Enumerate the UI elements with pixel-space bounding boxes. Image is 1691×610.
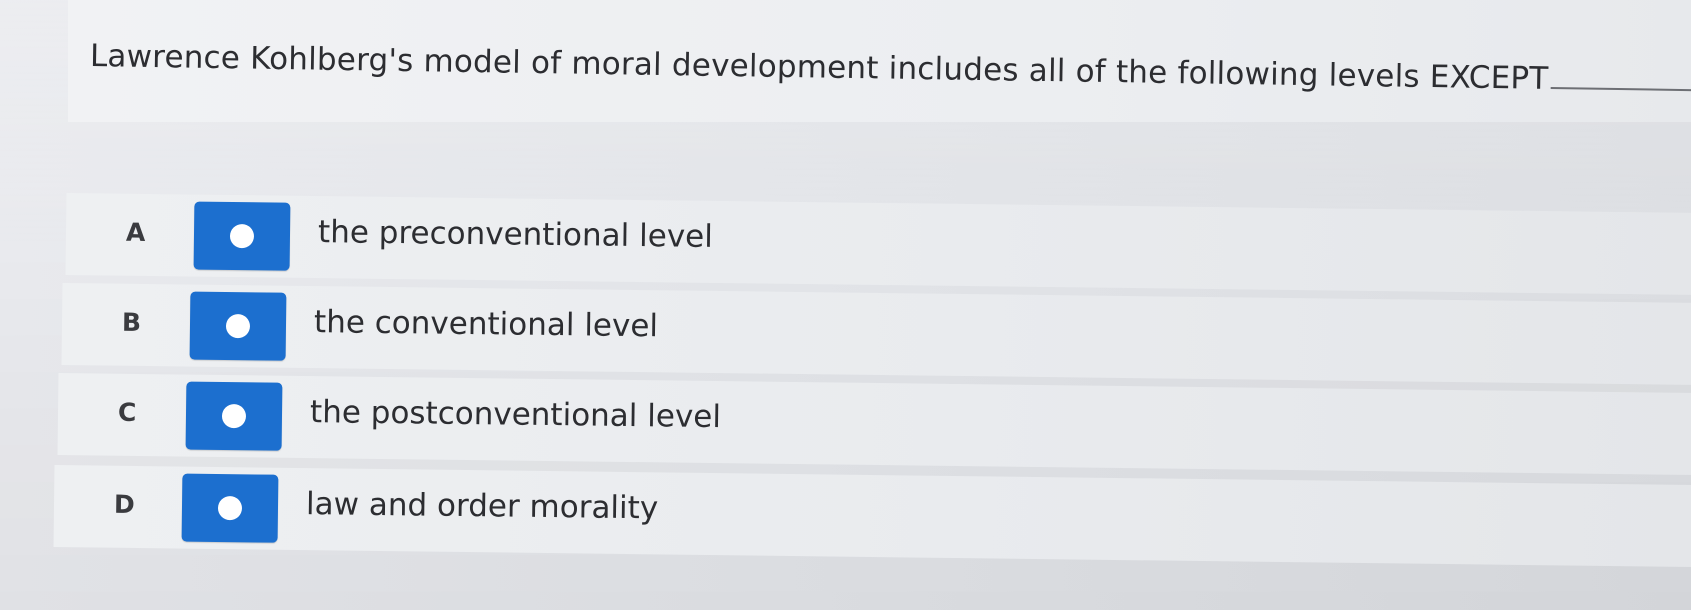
option-b-radio-button[interactable] xyxy=(189,291,287,361)
option-label-c: the postconventional level xyxy=(309,394,722,436)
option-label-d: law and order morality xyxy=(305,486,659,527)
answer-list: A the preconventional level B the conven… xyxy=(0,0,1691,610)
option-letter-b: B xyxy=(121,307,142,337)
answer-option-c[interactable]: C the postconventional level xyxy=(57,373,1691,476)
radio-circle-icon xyxy=(217,496,243,521)
answer-option-d[interactable]: D law and order morality xyxy=(53,465,1691,568)
radio-circle-icon xyxy=(229,224,255,249)
option-label-a: the preconventional level xyxy=(317,214,714,255)
radio-circle-icon xyxy=(221,404,247,429)
radio-circle-icon xyxy=(225,314,251,339)
option-a-radio-button[interactable] xyxy=(193,201,291,271)
option-c-radio-button[interactable] xyxy=(185,381,283,451)
option-letter-a: A xyxy=(125,217,146,247)
answer-option-b[interactable]: B the conventional level xyxy=(61,283,1691,386)
option-label-b: the conventional level xyxy=(313,304,659,345)
option-letter-c: C xyxy=(117,397,137,427)
option-letter-d: D xyxy=(113,489,135,519)
answer-option-a[interactable]: A the preconventional level xyxy=(65,193,1691,296)
option-d-radio-button[interactable] xyxy=(181,473,279,543)
